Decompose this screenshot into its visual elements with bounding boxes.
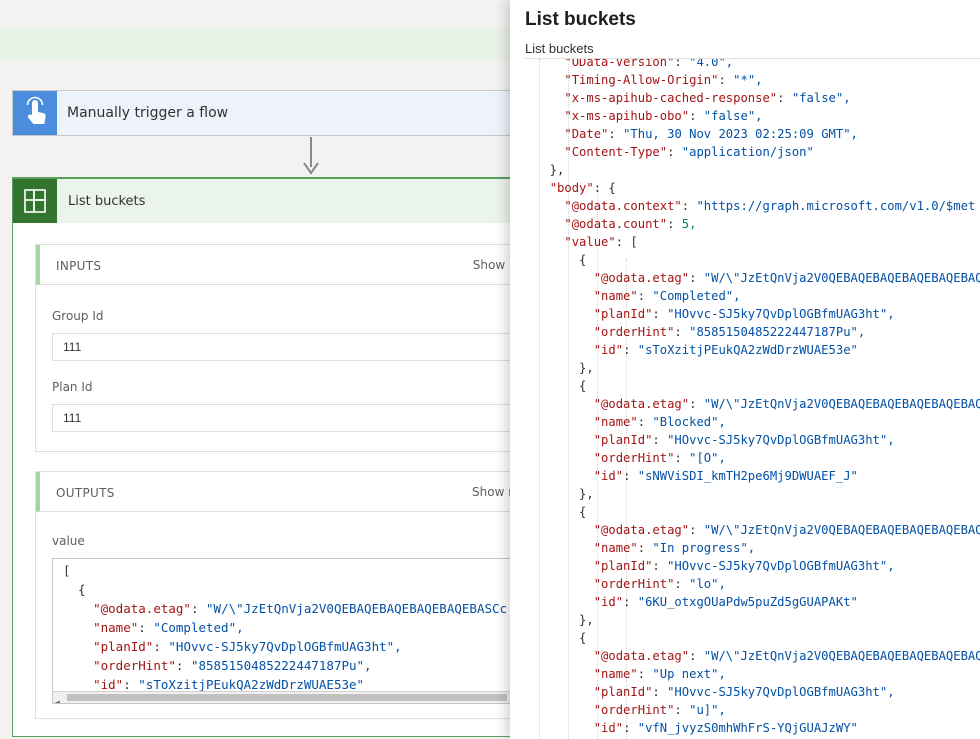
- code-line: "orderHint": "8585150485222447187Pu",: [93, 658, 372, 673]
- code-line: "name": "Completed",: [93, 620, 244, 635]
- code-line: {: [535, 253, 587, 267]
- code-line: "@odata.etag": "W/\"JzEtQnVja2V0QEBAQEBA…: [593, 523, 980, 537]
- code-line: "id": "vfN_jvyzS0mhWhFrS-YQjGUAJzWY": [593, 721, 858, 735]
- inputs-header: INPUTS Show raw inputs: [36, 245, 572, 285]
- scrollbar-thumb[interactable]: [67, 694, 507, 701]
- connector-arrow-icon: [303, 162, 319, 175]
- code-line: "x-ms-apihub-cached-response": "false",: [564, 91, 851, 105]
- code-line: },: [535, 487, 594, 501]
- code-line: "planId": "HOvvc-SJ5ky7QvDplOGBfmUAG3ht"…: [93, 639, 402, 654]
- outputs-header: OUTPUTS Show raw outputs: [36, 472, 580, 512]
- trigger-title: Manually trigger a flow: [67, 105, 229, 121]
- code-line: "orderHint": "lo",: [593, 577, 726, 591]
- code-line: "Date": "Thu, 30 Nov 2023 02:25:09 GMT",: [564, 127, 858, 141]
- code-line: "planId": "HOvvc-SJ5ky7QvDplOGBfmUAG3ht"…: [593, 433, 895, 447]
- horizontal-scrollbar[interactable]: ◀: [53, 691, 525, 703]
- code-line: "id": "6KU_otxgOUaPdw5puZd5gGUAPAKt": [593, 595, 858, 609]
- code-line: "orderHint": "u]",: [593, 703, 726, 717]
- panel-title: List buckets: [525, 9, 636, 30]
- code-line: {: [63, 582, 86, 597]
- code-line: "orderHint": "8585150485222447187Pu",: [593, 325, 866, 339]
- code-line: {: [535, 631, 587, 645]
- code-line: "name": "Up next",: [593, 667, 726, 681]
- outputs-value-label: value: [52, 534, 85, 548]
- code-line: "name": "Completed",: [593, 289, 741, 303]
- code-line: "name": "In progress",: [593, 541, 756, 555]
- code-line: "@odata.context": "https://graph.microso…: [564, 199, 976, 213]
- outputs-json-lines: [ { "@odata.etag": "W/\"JzEtQnVja2V0QEBA…: [63, 561, 507, 694]
- code-line: },: [535, 163, 565, 177]
- code-line: "x-ms-apihub-obo": "false",: [564, 109, 763, 123]
- code-line: {: [535, 505, 587, 519]
- group-id-label: Group Id: [52, 309, 104, 323]
- code-line: "value": [: [564, 235, 638, 249]
- code-line: {: [535, 379, 587, 393]
- panel-subtitle: List buckets: [525, 41, 594, 56]
- code-line: "orderHint": "[O",: [593, 451, 726, 465]
- outputs-section: OUTPUTS Show raw outputs value [ { "@oda…: [35, 471, 580, 719]
- outputs-title: OUTPUTS: [56, 486, 115, 500]
- plan-id-value: 111: [52, 404, 526, 432]
- planner-icon: [13, 179, 57, 223]
- raw-json-lines: "OData-Version": "4.0", "Timing-Allow-Or…: [535, 59, 980, 737]
- code-line: "@odata.etag": "W/\"JzEtQnVja2V0QEBAQEBA…: [593, 271, 980, 285]
- code-line: "planId": "HOvvc-SJ5ky7QvDplOGBfmUAG3ht"…: [593, 559, 895, 573]
- outputs-json-viewer[interactable]: [ { "@odata.etag": "W/\"JzEtQnVja2V0QEBA…: [52, 558, 526, 704]
- details-panel: List buckets List buckets "OData-Version…: [510, 0, 980, 739]
- code-line: "@odata.etag": "W/\"JzEtQnVja2V0QEBAQEBA…: [93, 601, 508, 616]
- group-id-value: 111: [52, 333, 526, 361]
- code-line: },: [535, 613, 594, 627]
- code-line: "id": "sNWViSDI_kmTH2pe6Mj9DWUAEF_J": [593, 469, 858, 483]
- code-line: "Timing-Allow-Origin": "*",: [564, 73, 763, 87]
- action-card-list-buckets[interactable]: List buckets INPUTS Show raw inputs Grou…: [12, 177, 580, 737]
- code-line: "@odata.count": 5,: [564, 217, 697, 231]
- inputs-section: INPUTS Show raw inputs Group Id 111 Plan…: [35, 244, 572, 452]
- code-line: "name": "Blocked",: [593, 415, 726, 429]
- code-line: "planId": "HOvvc-SJ5ky7QvDplOGBfmUAG3ht"…: [593, 685, 895, 699]
- action-title: List buckets: [68, 194, 146, 209]
- code-line: [: [63, 563, 71, 578]
- touch-hand-icon: [13, 91, 57, 135]
- code-line: "OData-Version": "4.0",: [564, 59, 734, 69]
- trigger-card[interactable]: Manually trigger a flow: [12, 90, 532, 136]
- code-line: "Content-Type": "application/json": [564, 145, 814, 159]
- code-line: "body": {: [549, 181, 616, 195]
- code-line: },: [535, 361, 594, 375]
- code-line: "planId": "HOvvc-SJ5ky7QvDplOGBfmUAG3ht"…: [593, 307, 895, 321]
- code-line: "id": "sToXzitjPEukQA2zWdDrzWUAE53e": [593, 343, 858, 357]
- raw-json-viewer[interactable]: "OData-Version": "4.0", "Timing-Allow-Or…: [525, 59, 980, 739]
- action-header[interactable]: List buckets: [13, 179, 531, 223]
- run-status-banner: [0, 28, 520, 60]
- inputs-title: INPUTS: [56, 259, 102, 273]
- code-line: "@odata.etag": "W/\"JzEtQnVja2V0QEBAQEBA…: [593, 397, 980, 411]
- code-line: "@odata.etag": "W/\"JzEtQnVja2V0QEBAQEBA…: [593, 649, 980, 663]
- scroll-left-icon[interactable]: ◀: [55, 693, 60, 703]
- plan-id-label: Plan Id: [52, 380, 93, 394]
